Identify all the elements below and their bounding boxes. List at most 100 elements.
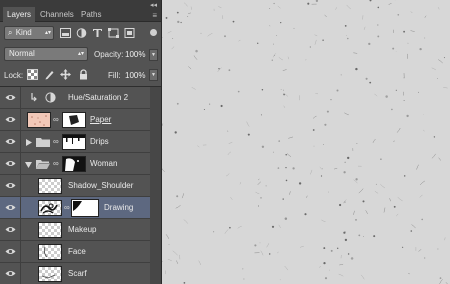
paper-speck: [168, 243, 170, 245]
paper-fiber: [374, 190, 379, 194]
paper-fiber: [230, 197, 233, 200]
paper-speck: [271, 59, 273, 61]
paper-speck: [298, 182, 302, 185]
pixel-filter-icon[interactable]: [60, 28, 71, 38]
paper-fiber: [228, 141, 233, 144]
paper-speck: [309, 46, 311, 48]
tab-paths[interactable]: Paths: [77, 7, 105, 22]
paper-speck: [247, 133, 250, 136]
paper-speck: [312, 129, 315, 131]
visibility-toggle[interactable]: [0, 109, 21, 131]
clipping-arrow-icon: [31, 93, 37, 102]
paper-speck: [259, 242, 261, 244]
visibility-toggle[interactable]: [0, 87, 21, 109]
layer-row-face[interactable]: Face: [0, 241, 150, 263]
paper-speck: [355, 67, 358, 71]
tab-layers[interactable]: Layers: [3, 7, 36, 22]
paper-speck: [162, 37, 163, 38]
paper-fiber: [324, 14, 327, 18]
expand-group-triangle-icon[interactable]: [26, 139, 32, 146]
paper-speck: [377, 24, 379, 26]
layer-name: Hue/Saturation 2: [68, 93, 129, 102]
layer-mask-thumbnail[interactable]: [71, 199, 99, 217]
visibility-toggle[interactable]: [0, 131, 21, 153]
paper-fiber: [188, 66, 192, 70]
fill-field[interactable]: 100%: [125, 71, 145, 80]
paper-speck: [410, 230, 413, 232]
visibility-toggle[interactable]: [0, 175, 21, 197]
link-chain-icon[interactable]: ∞: [53, 115, 59, 124]
paper-speck: [307, 2, 310, 5]
group-mask-thumbnail[interactable]: [62, 156, 86, 172]
opacity-field[interactable]: 100%: [125, 50, 145, 59]
filter-toggle-switch[interactable]: [150, 29, 157, 36]
lock-position-icon[interactable]: [60, 69, 71, 80]
type-filter-icon[interactable]: [92, 28, 103, 38]
paper-speck: [203, 108, 205, 111]
visibility-toggle[interactable]: [0, 241, 21, 263]
paper-speck: [403, 99, 405, 101]
paper-speck: [279, 279, 281, 281]
group-mask-thumbnail[interactable]: [62, 134, 86, 150]
opacity-dropdown-button[interactable]: ▼: [149, 49, 158, 61]
layer-row-scarf[interactable]: Scarf: [0, 263, 150, 284]
paper-fiber: [439, 279, 443, 284]
paper-fiber: [181, 193, 185, 199]
paper-speck: [322, 39, 324, 41]
layer-row-woman[interactable]: ∞ Woman: [0, 153, 150, 175]
paper-speck: [368, 42, 371, 46]
paper-speck: [343, 231, 346, 234]
eye-icon: [5, 139, 16, 144]
collapse-panel-icon[interactable]: ◂◂: [150, 1, 157, 9]
lock-all-icon[interactable]: [78, 69, 89, 80]
paper-speck: [327, 191, 329, 193]
paper-fiber: [365, 210, 368, 214]
visibility-toggle[interactable]: [0, 197, 21, 219]
paper-speck: [220, 104, 223, 108]
paper-speck: [323, 261, 326, 265]
panel-menu-icon[interactable]: ≡: [152, 11, 157, 20]
layers-scrollbar[interactable]: [150, 87, 161, 284]
link-chain-icon[interactable]: ∞: [53, 137, 59, 146]
tab-channels[interactable]: Channels: [36, 7, 78, 22]
shape-filter-icon[interactable]: [108, 28, 119, 38]
smart-object-filter-icon[interactable]: [124, 28, 135, 38]
paper-fiber: [309, 169, 313, 175]
paper-speck: [242, 268, 244, 270]
paper-speck: [344, 161, 346, 163]
paper-speck: [340, 74, 342, 76]
paper-fiber: [191, 87, 196, 90]
link-chain-icon[interactable]: ∞: [53, 159, 59, 168]
layer-mask-thumbnail[interactable]: [62, 112, 86, 128]
lock-image-pixels-icon[interactable]: [44, 69, 55, 80]
layer-filter-row: ⌕ Kind ▴▾: [0, 25, 161, 42]
blend-mode-select[interactable]: Normal ▴▾: [4, 47, 88, 61]
paper-speck: [268, 253, 271, 255]
collapse-group-triangle-icon[interactable]: [25, 162, 32, 168]
paper-speck: [276, 35, 278, 37]
paper-fiber: [222, 15, 224, 20]
paper-speck: [180, 21, 182, 24]
layer-name: Woman: [90, 159, 118, 168]
layer-row-hue-saturation-2[interactable]: Hue/Saturation 2: [0, 87, 150, 109]
layer-row-paper[interactable]: ∞ Paper: [0, 109, 150, 131]
layer-thumbnail: [38, 222, 62, 238]
fill-dropdown-button[interactable]: ▼: [149, 69, 158, 81]
paper-speck: [285, 153, 287, 156]
visibility-toggle[interactable]: [0, 263, 21, 284]
paper-fiber: [374, 93, 378, 97]
paper-speck: [176, 102, 179, 105]
layer-row-makeup[interactable]: Makeup: [0, 219, 150, 241]
document-canvas[interactable]: [162, 0, 450, 284]
lock-transparent-pixels-icon[interactable]: [27, 69, 38, 80]
layer-row-drawing[interactable]: ∞ Drawing: [0, 197, 150, 219]
layer-row-shadow-shoulder[interactable]: Shadow_Shoulder: [0, 175, 150, 197]
visibility-toggle[interactable]: [0, 153, 21, 175]
layer-row-drips[interactable]: ∞ Drips: [0, 131, 150, 153]
paper-speck: [377, 6, 380, 9]
adjustment-filter-icon[interactable]: [76, 28, 87, 38]
filter-kind-select[interactable]: ⌕ Kind ▴▾: [4, 26, 54, 40]
link-chain-icon[interactable]: ∞: [64, 203, 70, 212]
visibility-toggle[interactable]: [0, 219, 21, 241]
paper-speck: [254, 244, 257, 247]
